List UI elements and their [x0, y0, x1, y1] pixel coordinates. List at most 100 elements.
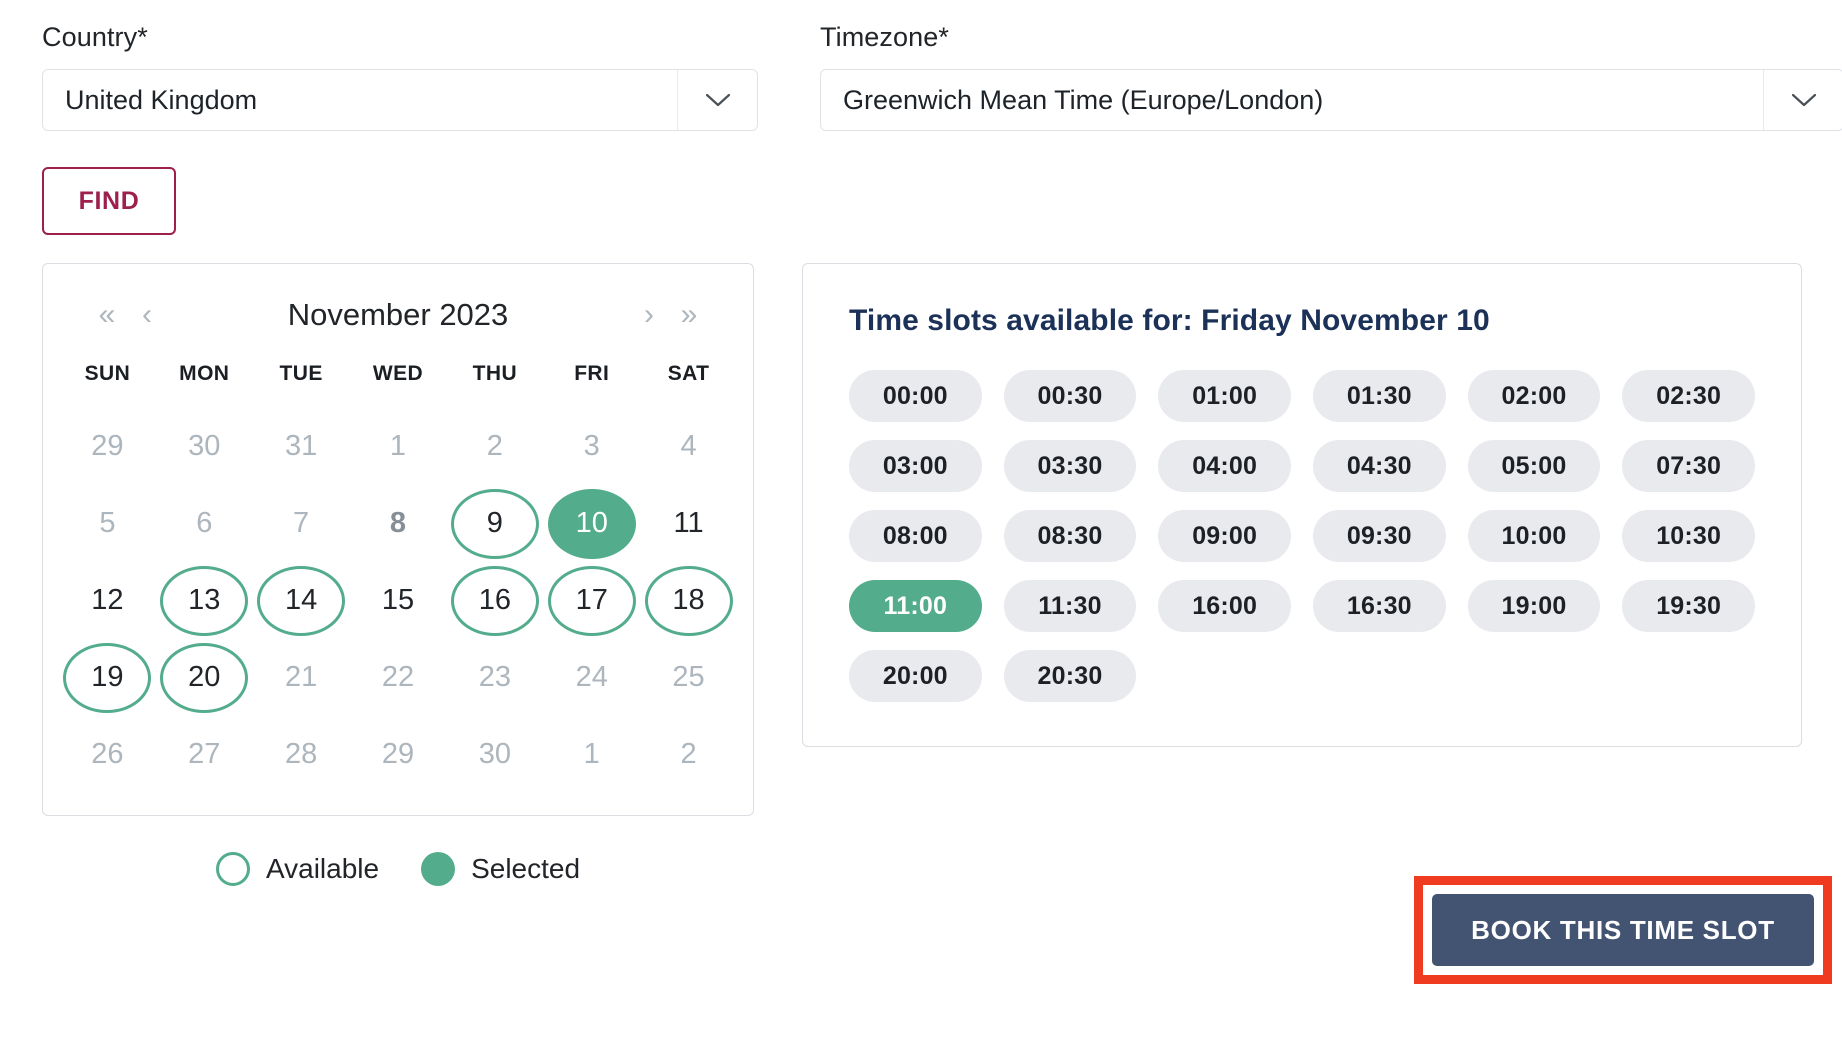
- time-slot-0430[interactable]: 04:30: [1313, 440, 1446, 492]
- calendar-day-cell: 27: [156, 716, 253, 793]
- calendar-day-30: 30: [188, 430, 221, 462]
- calendar-day-cell: 3: [543, 408, 640, 485]
- calendar-day-cell: 13: [156, 562, 253, 639]
- calendar-day-20[interactable]: 20: [160, 642, 249, 713]
- time-slot-2030[interactable]: 20:30: [1003, 650, 1137, 702]
- calendar-day-cell: 26: [59, 716, 156, 793]
- calendar-day-2: 2: [486, 430, 503, 462]
- time-slot-0830[interactable]: 08:30: [1003, 510, 1137, 562]
- calendar-day-cell: 7: [253, 485, 350, 562]
- next-year-button[interactable]: »: [669, 298, 709, 332]
- time-slot-0100[interactable]: 01:00: [1158, 370, 1291, 422]
- time-slots-grid: 00:00 00:30 01:00 01:30 02:00 02:30 03:00 03:30…: [849, 370, 1755, 702]
- time-slot-0230[interactable]: 02:30: [1622, 370, 1755, 422]
- calendar-day-16[interactable]: 16: [450, 565, 539, 636]
- time-slot-0730[interactable]: 07:30: [1622, 440, 1755, 492]
- calendar-day-cell: 4: [640, 408, 737, 485]
- calendar-day-cell: 2: [446, 408, 543, 485]
- next-month-button[interactable]: ›: [629, 298, 669, 332]
- calendar-day-cell: 29: [59, 408, 156, 485]
- time-slot-2000[interactable]: 20:00: [849, 650, 982, 702]
- calendar-day-23: 23: [478, 661, 511, 693]
- time-slot-1600[interactable]: 16:00: [1158, 580, 1291, 632]
- calendar-day-9[interactable]: 9: [450, 488, 539, 559]
- calendar-day-cell: 9: [446, 485, 543, 562]
- find-button[interactable]: FIND: [42, 167, 176, 235]
- time-slot-1100-selected[interactable]: 11:00: [849, 580, 982, 632]
- prev-month-button[interactable]: ‹: [127, 298, 167, 332]
- legend-label: Selected: [471, 853, 581, 884]
- time-slot-1130[interactable]: 11:30: [1003, 580, 1137, 632]
- time-slot-0500[interactable]: 05:00: [1467, 440, 1601, 492]
- weekday-header: SUN: [84, 362, 131, 385]
- form-row: Country* United Kingdom Timezone* Greenw…: [0, 0, 1842, 131]
- time-slot-1930[interactable]: 19:30: [1622, 580, 1755, 632]
- time-slot-1000[interactable]: 10:00: [1467, 510, 1601, 562]
- calendar: « ‹ November 2023 › » SUN MON TUE WED THU FRI…: [42, 263, 754, 816]
- calendar-day-cell: 22: [350, 639, 447, 716]
- calendar-day-17[interactable]: 17: [547, 565, 636, 636]
- time-slots-column: Time slots available for: Friday Novembe…: [802, 263, 1802, 886]
- calendar-day-cell: 21: [253, 639, 350, 716]
- calendar-day-cell: 18: [640, 562, 737, 639]
- time-slot-0000[interactable]: 00:00: [849, 370, 982, 422]
- time-slot-0930[interactable]: 09:30: [1313, 510, 1446, 562]
- calendar-day-24: 24: [575, 661, 608, 693]
- calendar-day-cell: 2: [640, 716, 737, 793]
- calendar-day-18[interactable]: 18: [644, 565, 733, 636]
- time-slots-title: Time slots available for: Friday Novembe…: [849, 304, 1490, 337]
- chevron-down-icon: [1791, 93, 1817, 107]
- time-slot-1030[interactable]: 10:30: [1622, 510, 1755, 562]
- calendar-day-cell: 25: [640, 639, 737, 716]
- booking-page: Country* United Kingdom Timezone* Greenw…: [0, 0, 1842, 1052]
- calendar-day-29: 29: [91, 430, 124, 462]
- book-button-highlight-annotation: BOOK THIS TIME SLOT: [1414, 876, 1832, 984]
- calendar-day-cell: 24: [543, 639, 640, 716]
- selected-swatch-icon: [421, 852, 456, 886]
- calendar-day-cell: 5: [59, 485, 156, 562]
- calendar-day-10-selected[interactable]: 10: [547, 488, 636, 559]
- time-slot-0400[interactable]: 04:00: [1158, 440, 1291, 492]
- calendar-day-cell: 12: [59, 562, 156, 639]
- calendar-day-14[interactable]: 14: [257, 565, 346, 636]
- time-slot-0130[interactable]: 01:30: [1313, 370, 1446, 422]
- time-slot-0330[interactable]: 03:30: [1003, 440, 1137, 492]
- timezone-select[interactable]: Greenwich Mean Time (Europe/London): [820, 69, 1842, 131]
- calendar-day-19[interactable]: 19: [63, 642, 152, 713]
- country-dropdown-toggle[interactable]: [677, 70, 757, 130]
- weekday-header: MON: [179, 362, 230, 385]
- weekday-header: SAT: [667, 362, 710, 385]
- timezone-dropdown-toggle[interactable]: [1763, 70, 1842, 130]
- calendar-day-cell: 19: [59, 639, 156, 716]
- weekday-header: FRI: [574, 362, 610, 385]
- calendar-day-cell: 11: [640, 485, 737, 562]
- calendar-day-1: 1: [583, 738, 600, 770]
- time-slot-0200[interactable]: 02:00: [1467, 370, 1601, 422]
- calendar-day-cell: 20: [156, 639, 253, 716]
- calendar-day-31: 31: [284, 430, 318, 462]
- time-slot-0900[interactable]: 09:00: [1158, 510, 1291, 562]
- available-swatch-icon: [215, 852, 250, 886]
- timezone-field-group: Timezone* Greenwich Mean Time (Europe/Lo…: [820, 22, 1842, 131]
- weekday-header: WED: [372, 362, 424, 385]
- calendar-day-cell: 1: [543, 716, 640, 793]
- calendar-day-8: 8: [389, 507, 407, 539]
- time-slot-1630[interactable]: 16:30: [1313, 580, 1446, 632]
- book-this-time-slot-button[interactable]: BOOK THIS TIME SLOT: [1432, 894, 1814, 966]
- country-select[interactable]: United Kingdom: [42, 69, 758, 131]
- time-slot-0800[interactable]: 08:00: [849, 510, 982, 562]
- prev-year-button[interactable]: «: [87, 298, 127, 332]
- calendar-day-11: 11: [673, 507, 704, 539]
- country-label: Country*: [42, 22, 148, 52]
- calendar-day-cell: 30: [156, 408, 253, 485]
- book-button-area: BOOK THIS TIME SLOT: [1414, 876, 1834, 984]
- calendar-day-3: 3: [583, 430, 600, 462]
- time-slot-0030[interactable]: 00:30: [1003, 370, 1137, 422]
- calendar-day-cell: 17: [543, 562, 640, 639]
- weekday-header: THU: [472, 362, 518, 385]
- time-slot-1900[interactable]: 19:00: [1467, 580, 1601, 632]
- calendar-day-13[interactable]: 13: [160, 565, 249, 636]
- calendar-day-cell: 23: [446, 639, 543, 716]
- time-slot-0300[interactable]: 03:00: [849, 440, 982, 492]
- calendar-day-7: 7: [293, 507, 310, 539]
